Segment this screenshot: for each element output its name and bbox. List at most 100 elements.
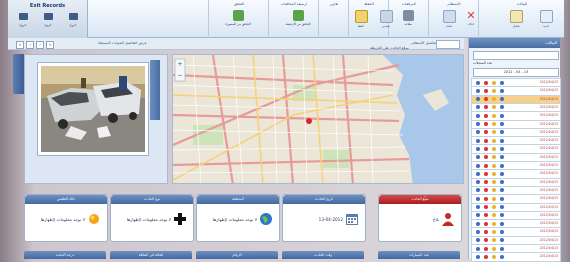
status-dot-icon — [476, 180, 480, 185]
status-dot-icon — [500, 180, 504, 185]
status-dot-icon — [492, 130, 496, 135]
status-dot-icon — [484, 146, 488, 151]
list-item-date: 2012/04/13 — [539, 171, 558, 176]
section-header: درجة الاصابة — [24, 251, 106, 259]
ribbon-group-label: تقارير — [329, 2, 339, 6]
first-record-button[interactable]: « — [16, 41, 24, 49]
info-card: المنطقة لا توجد معلومات لإظهارها — [196, 194, 280, 242]
status-dot-icon — [492, 254, 496, 259]
delete-button[interactable]: ✕ حذف — [463, 10, 479, 36]
ribbon-toolbar: البيانات الاستعلام المرفقات الحفظ تقارير… — [8, 0, 564, 38]
info-card: حالة الطقس لا توجد معلومات لإظهارها — [24, 194, 108, 242]
status-dot-icon — [500, 122, 504, 126]
records-panel: البيانات عدد السجلات 2012 - 04 - 13 2012… — [468, 38, 561, 262]
status-dot-icon — [492, 105, 496, 110]
info-card: تاريخ الحادث 13-04-2012 — [282, 194, 366, 242]
info-card-header: حالة الطقس — [25, 195, 107, 204]
section-header: وقت الحادث — [282, 251, 364, 259]
info-card-value: لا توجد معلومات لإظهارها — [40, 217, 85, 222]
status-dot-icon — [500, 221, 504, 226]
info-card-header: المنطقة — [197, 195, 279, 204]
status-dot-icon — [484, 163, 488, 168]
print-button[interactable]: طباعة — [400, 10, 416, 36]
status-dot-icon — [484, 180, 488, 185]
status-dot-icon — [500, 80, 504, 85]
status-dot-icon — [492, 163, 496, 168]
list-item-date: 2012/04/13 — [539, 146, 558, 151]
status-dot-icon — [476, 146, 480, 151]
edit-button[interactable]: تعديل — [508, 10, 524, 36]
status-dot-icon — [484, 97, 488, 102]
verify-icon — [232, 10, 244, 21]
new-button[interactable]: جديد — [538, 10, 554, 36]
status-dot-icon — [476, 130, 480, 135]
status-dot-icon — [492, 113, 496, 118]
prev-record-button[interactable]: ‹ — [26, 41, 34, 49]
list-item[interactable]: 2012/04/13 — [471, 252, 561, 262]
list-item-date: 2012/04/13 — [539, 129, 558, 134]
status-dot-icon — [492, 229, 496, 234]
status-dot-icon — [476, 196, 480, 201]
date-filter-field[interactable]: 2012 - 04 - 13 — [473, 68, 559, 77]
status-dot-icon — [500, 196, 504, 201]
info-card-value: لا توجد معلومات لإظهارها — [126, 217, 171, 222]
status-dot-icon — [500, 155, 504, 160]
info-card: نوع الحادث لا توجد معلومات لإظهارها — [110, 194, 194, 242]
status-dot-icon — [476, 205, 480, 209]
status-dot-icon — [500, 105, 504, 110]
photo-side-tab[interactable] — [150, 60, 160, 120]
car-icon — [43, 13, 53, 20]
status-dot-icon — [492, 205, 496, 209]
status-dot-icon — [476, 97, 480, 102]
status-dot-icon — [492, 188, 496, 193]
photo-tab[interactable] — [13, 54, 24, 94]
info-card-header: تاريخ الحادث — [283, 195, 365, 204]
status-dot-icon — [492, 155, 496, 160]
status-dot-icon — [476, 221, 480, 226]
exit-button-3[interactable]: خروج — [64, 13, 82, 27]
list-item-date: 2012/04/13 — [539, 237, 558, 242]
record-field[interactable] — [436, 40, 460, 49]
map-view[interactable]: + − — [172, 54, 464, 184]
car-icon — [68, 13, 78, 20]
list-item-date: 2012/04/13 — [539, 254, 558, 259]
section-header: عدد السيارات — [378, 251, 460, 259]
status-dot-icon — [492, 238, 496, 243]
export-button[interactable]: تصدير — [378, 10, 394, 36]
status-dot-icon — [484, 221, 488, 226]
printer-icon — [402, 10, 414, 21]
status-dot-icon — [484, 205, 488, 209]
status-dot-icon — [492, 196, 496, 201]
records-search-input[interactable] — [473, 51, 559, 60]
search-button[interactable]: بحث — [441, 10, 457, 36]
list-item-date: 2012/04/13 — [539, 113, 558, 118]
status-dot-icon — [484, 130, 488, 135]
info-card-value: بلاغ — [432, 217, 439, 222]
info-card: مبلّغ الحادث بلاغ — [378, 194, 462, 242]
status-dot-icon — [476, 113, 480, 118]
list-item-date: 2012/04/13 — [539, 212, 558, 217]
records-count-label: عدد السجلات — [473, 61, 493, 65]
list-item-date: 2012/04/13 — [539, 104, 558, 109]
status-dot-icon — [476, 188, 480, 193]
status-dot-icon — [500, 171, 504, 176]
exit-button-1[interactable]: خروج — [14, 13, 32, 27]
details-title: تفاصيل الاستعلام — [411, 41, 436, 45]
status-dot-icon — [500, 163, 504, 168]
status-dot-icon — [476, 171, 480, 176]
next-record-button[interactable]: › — [36, 41, 44, 49]
info-card-header: نوع الحادث — [111, 195, 193, 204]
status-dot-icon — [476, 246, 480, 251]
exit-records-panel: Exit Records خروج خروج خروج — [8, 0, 88, 38]
status-dot-icon — [476, 163, 480, 168]
status-dot-icon — [484, 122, 488, 126]
last-record-button[interactable]: » — [46, 41, 54, 49]
accident-photo-image — [41, 66, 145, 152]
save-button[interactable]: حفظ — [353, 10, 369, 36]
list-item-date: 2012/04/13 — [539, 154, 558, 159]
exit-button-2[interactable]: خروج — [39, 13, 57, 27]
list-item-date: 2012/04/13 — [539, 163, 558, 167]
verify-archive-button[interactable]: التحقق من الارشيف — [283, 10, 313, 36]
verify-photo-button[interactable]: التحقق من المصورة — [223, 10, 253, 36]
status-dot-icon — [492, 88, 496, 93]
